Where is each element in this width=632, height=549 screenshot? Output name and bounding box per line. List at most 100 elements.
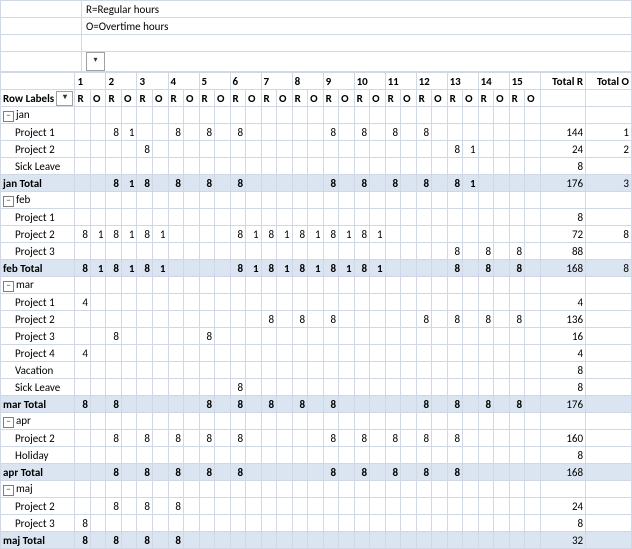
cell xyxy=(75,243,91,260)
item-project-2: Project 2 xyxy=(1,430,75,447)
sub-header-O: O xyxy=(246,90,262,107)
cell xyxy=(494,532,510,549)
cell xyxy=(121,498,137,515)
cell xyxy=(215,345,231,362)
collapse-toggle[interactable]: − xyxy=(3,485,14,496)
cell xyxy=(261,413,277,430)
cell: 8 xyxy=(354,175,370,192)
group-mar[interactable]: −mar xyxy=(1,277,75,294)
cell xyxy=(525,277,541,294)
cell xyxy=(277,243,293,260)
cell xyxy=(152,430,168,447)
cell xyxy=(199,260,215,277)
cell xyxy=(463,345,479,362)
cell xyxy=(277,447,293,464)
cell xyxy=(509,192,525,209)
sub-header-R: R xyxy=(199,90,215,107)
cell xyxy=(90,396,106,413)
column-dropdown[interactable]: ▾ xyxy=(86,52,105,71)
group-apr[interactable]: −apr xyxy=(1,413,75,430)
total-r-cell: 8 xyxy=(540,379,586,396)
cell xyxy=(509,498,525,515)
cell xyxy=(385,226,401,243)
cell xyxy=(292,158,308,175)
cell xyxy=(90,515,106,532)
cell xyxy=(277,294,293,311)
cell xyxy=(370,532,386,549)
cell xyxy=(215,498,231,515)
sub-header-O: O xyxy=(152,90,168,107)
cell xyxy=(385,362,401,379)
cell xyxy=(447,481,463,498)
cell xyxy=(90,124,106,141)
cell xyxy=(463,209,479,226)
cell xyxy=(323,532,339,549)
collapse-toggle[interactable]: − xyxy=(3,417,14,428)
group-feb[interactable]: −feb xyxy=(1,192,75,209)
cell xyxy=(416,277,432,294)
cell xyxy=(478,447,494,464)
sub-header-R: R xyxy=(261,90,277,107)
cell xyxy=(370,277,386,294)
cell xyxy=(137,413,153,430)
cell xyxy=(246,192,262,209)
cell xyxy=(199,192,215,209)
cell xyxy=(75,481,91,498)
cell xyxy=(478,226,494,243)
cell xyxy=(525,532,541,549)
cell xyxy=(354,532,370,549)
cell xyxy=(432,362,448,379)
cell xyxy=(463,413,479,430)
cell xyxy=(385,345,401,362)
cell xyxy=(184,294,200,311)
cell xyxy=(199,311,215,328)
group-maj[interactable]: −maj xyxy=(1,481,75,498)
cell xyxy=(106,311,122,328)
cell: 8 xyxy=(323,311,339,328)
cell xyxy=(323,277,339,294)
cell: 8 xyxy=(199,464,215,481)
cell xyxy=(152,447,168,464)
cell xyxy=(230,413,246,430)
cell xyxy=(447,413,463,430)
cell xyxy=(416,481,432,498)
cell xyxy=(246,532,262,549)
cell xyxy=(354,379,370,396)
cell xyxy=(494,498,510,515)
cell xyxy=(277,192,293,209)
cell xyxy=(261,124,277,141)
total-r-cell: 168 xyxy=(540,464,586,481)
collapse-toggle[interactable]: − xyxy=(3,281,14,292)
group-jan[interactable]: −jan xyxy=(1,107,75,124)
cell xyxy=(261,464,277,481)
cell xyxy=(184,175,200,192)
cell xyxy=(261,532,277,549)
cell xyxy=(509,430,525,447)
cell: 8 xyxy=(416,464,432,481)
sub-header-R: R xyxy=(354,90,370,107)
collapse-toggle[interactable]: − xyxy=(3,196,14,207)
cell xyxy=(339,396,355,413)
legend-r: R=Regular hours xyxy=(82,1,632,18)
row-labels-header[interactable]: Row Labels▾ xyxy=(1,90,75,107)
cell xyxy=(494,413,510,430)
cell xyxy=(277,328,293,345)
total-mar-total: mar Total xyxy=(1,396,75,413)
cell xyxy=(339,430,355,447)
cell xyxy=(277,464,293,481)
cell xyxy=(308,175,324,192)
cell: 8 xyxy=(230,124,246,141)
cell xyxy=(401,345,417,362)
cell xyxy=(184,328,200,345)
cell xyxy=(121,328,137,345)
cell xyxy=(339,362,355,379)
sub-header-O: O xyxy=(339,90,355,107)
cell xyxy=(75,498,91,515)
collapse-toggle[interactable]: − xyxy=(3,111,14,122)
cell xyxy=(494,124,510,141)
row-labels-filter[interactable]: ▾ xyxy=(56,91,73,106)
cell xyxy=(121,277,137,294)
cell xyxy=(168,294,184,311)
cell xyxy=(525,294,541,311)
cell xyxy=(323,243,339,260)
